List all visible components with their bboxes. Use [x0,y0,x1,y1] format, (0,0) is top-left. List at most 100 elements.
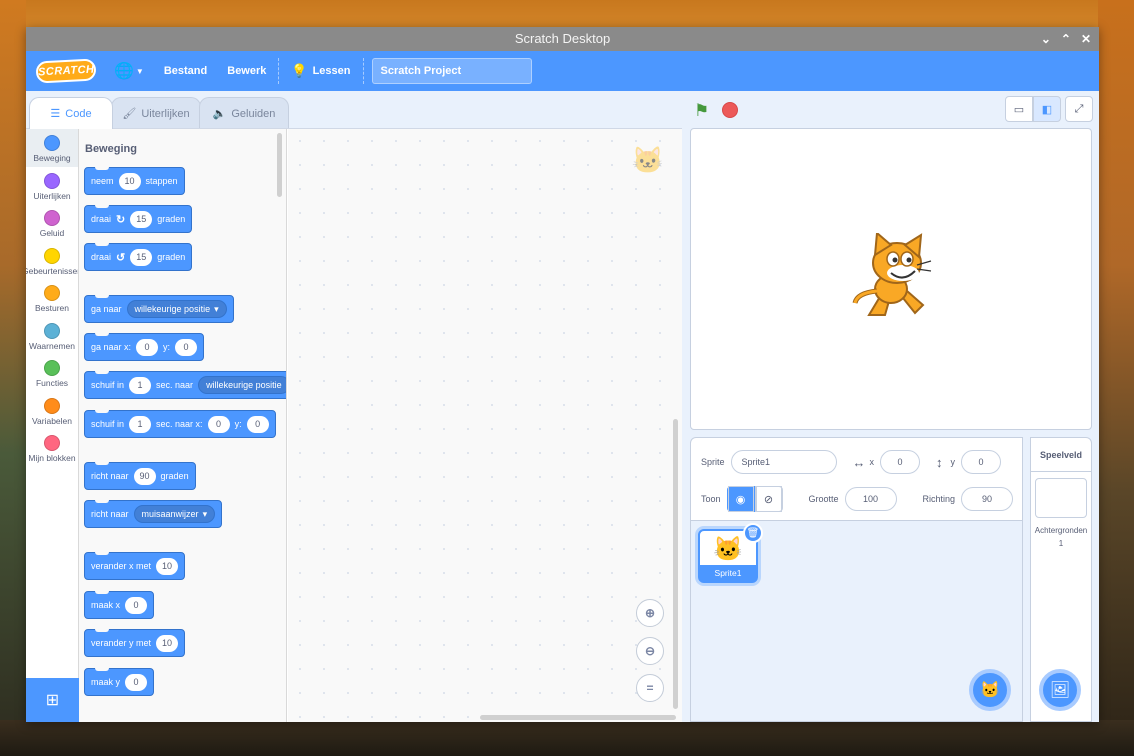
image-add-icon: 🖼 [1049,682,1071,699]
block-change-y[interactable]: verander y met 10 [84,629,186,657]
zoom-out-button[interactable]: ⊖ [636,637,664,665]
towards-target-dropdown[interactable]: muisaanwijzer ▾ [133,505,216,523]
tutorials-menu[interactable]: 💡 Lessen [281,51,360,91]
show-label: Toon [701,494,721,504]
block-goto-xy[interactable]: ga naar x: 0 y: 0 [84,333,205,361]
y-position-input[interactable]: 0 [961,450,1002,474]
goto-target-dropdown[interactable]: willekeurige positie ▾ [126,300,227,318]
category-sensing[interactable]: Waarnemen [26,317,78,355]
workspace-horizontal-scrollbar[interactable] [480,715,676,720]
menu-divider [362,58,364,84]
seconds-input[interactable]: 1 [129,415,152,433]
delete-sprite-button[interactable]: 🗑 [743,523,763,543]
script-workspace[interactable]: 🐱 ⊕ ⊖ = [288,129,682,722]
palette-scrollbar[interactable] [277,133,282,197]
block-text: stappen [145,176,178,186]
tab-costumes[interactable]: 🖌 Uiterlijken [111,97,201,129]
category-variables[interactable]: Variabelen [26,392,78,430]
small-stage-button[interactable]: ▭ [1005,96,1033,122]
category-looks[interactable]: Uiterlijken [26,167,78,205]
block-text: graden [157,252,186,262]
edit-menu[interactable]: Bewerk [217,51,276,91]
zoom-reset-button[interactable]: = [636,674,664,702]
block-text: y: [163,342,171,352]
sprite-info-row-1: Sprite Sprite1 ↔ x 0 ↕ y 0 [701,450,1002,474]
size-input[interactable]: 100 [844,487,897,511]
category-events[interactable]: Gebeurtenissen [26,242,78,280]
seconds-input[interactable]: 1 [129,376,152,394]
maximize-icon[interactable]: ⌃ [1061,27,1071,51]
rotate-right-icon: ↻ [116,213,126,226]
add-backdrop-button[interactable]: 🖼 [1039,669,1081,711]
block-turn-right[interactable]: draai ↻ 15 graden [84,205,193,233]
category-my-blocks[interactable]: Mijn blokken [26,429,78,467]
sprite-tile[interactable]: 🐱 Sprite1 🗑 [698,523,763,583]
sprite-info-row-2: Toon ◉ ⊘ Grootte 100 Richting 90 [701,486,1014,512]
file-menu[interactable]: Bestand [154,51,217,91]
steps-input[interactable]: 10 [118,172,141,190]
add-extension-button[interactable]: ⊞ [26,678,79,722]
category-operators[interactable]: Functies [26,354,78,392]
block-glide-to[interactable]: schuif in 1 sec. naar willekeurige posit… [84,371,286,399]
glide-target-dropdown[interactable]: willekeurige positie [198,376,286,394]
y-input[interactable]: 0 [175,338,198,356]
zoom-reset-icon: = [646,681,654,695]
block-turn-left[interactable]: draai ↺ 15 graden [84,243,193,271]
language-menu[interactable]: 🌐 ▼ [104,51,154,91]
direction-input[interactable]: 90 [961,487,1014,511]
sprite-name-input[interactable]: Sprite1 [730,450,837,474]
block-change-x[interactable]: verander x met 10 [84,552,186,580]
show-sprite-button[interactable]: ◉ [726,486,755,512]
category-motion[interactable]: Beweging [26,129,78,167]
add-sprite-button[interactable]: 🐱 [969,669,1011,711]
x-input[interactable]: 0 [125,596,148,614]
caret-down-icon: ▾ [214,303,219,314]
block-point-direction[interactable]: richt naar 90 graden [84,462,196,490]
tab-sounds[interactable]: 🔈 Geluiden [199,97,289,129]
degrees-input[interactable]: 15 [130,210,153,228]
desktop-wallpaper-left [0,0,26,756]
block-glide-xy[interactable]: schuif in 1 sec. naar x: 0 y: 0 [84,410,276,438]
hide-sprite-button[interactable]: ⊘ [754,486,783,512]
sprite-cat-image[interactable] [851,233,933,321]
workspace-vertical-scrollbar[interactable] [673,419,678,709]
scratch-logo[interactable]: SCRATCH [35,58,97,84]
category-label: Mijn blokken [28,453,76,463]
stop-icon[interactable] [722,102,738,118]
stage-selector[interactable]: Speelveld Achtergronden 1 🖼 [1030,437,1092,722]
y-label: y [950,457,956,467]
y-input[interactable]: 0 [125,673,148,691]
block-point-towards[interactable]: richt naar muisaanwijzer ▾ [84,500,223,528]
x-input[interactable]: 0 [136,338,159,356]
operators-color-dot [44,360,60,376]
sensing-color-dot [44,322,60,339]
green-flag-icon[interactable]: ⚑ [694,101,709,121]
tutorials-label: Lessen [312,65,351,77]
block-move-steps[interactable]: neem 10 stappen [84,167,185,195]
category-control[interactable]: Besturen [26,279,78,317]
tab-code[interactable]: ☰ Code [29,97,113,129]
stage-canvas[interactable] [690,128,1092,430]
y-input[interactable]: 0 [246,415,269,433]
dy-input[interactable]: 10 [156,634,179,652]
x-input[interactable]: 0 [207,415,230,433]
block-set-y[interactable]: maak y 0 [84,668,155,696]
category-label: Geluid [39,228,65,238]
x-position-input[interactable]: 0 [880,450,921,474]
my-blocks-color-dot [44,435,60,451]
category-sound[interactable]: Geluid [26,204,78,242]
large-stage-icon: ◧ [1041,103,1053,116]
fullscreen-button[interactable]: ⤢ [1065,96,1093,122]
close-icon[interactable]: ✕ [1081,27,1091,51]
large-stage-button[interactable]: ◧ [1033,96,1061,122]
block-set-x[interactable]: maak x 0 [84,591,155,619]
zoom-in-button[interactable]: ⊕ [636,599,664,627]
project-title-input[interactable]: Scratch Project [371,58,532,84]
dx-input[interactable]: 10 [156,557,179,575]
degrees-input[interactable]: 15 [130,248,153,266]
tab-sounds-label: Geluiden [231,107,276,120]
block-text: draai [91,214,112,224]
minimize-icon[interactable]: ⌄ [1041,27,1051,51]
block-goto[interactable]: ga naar willekeurige positie ▾ [84,295,234,323]
direction-input[interactable]: 90 [133,467,156,485]
